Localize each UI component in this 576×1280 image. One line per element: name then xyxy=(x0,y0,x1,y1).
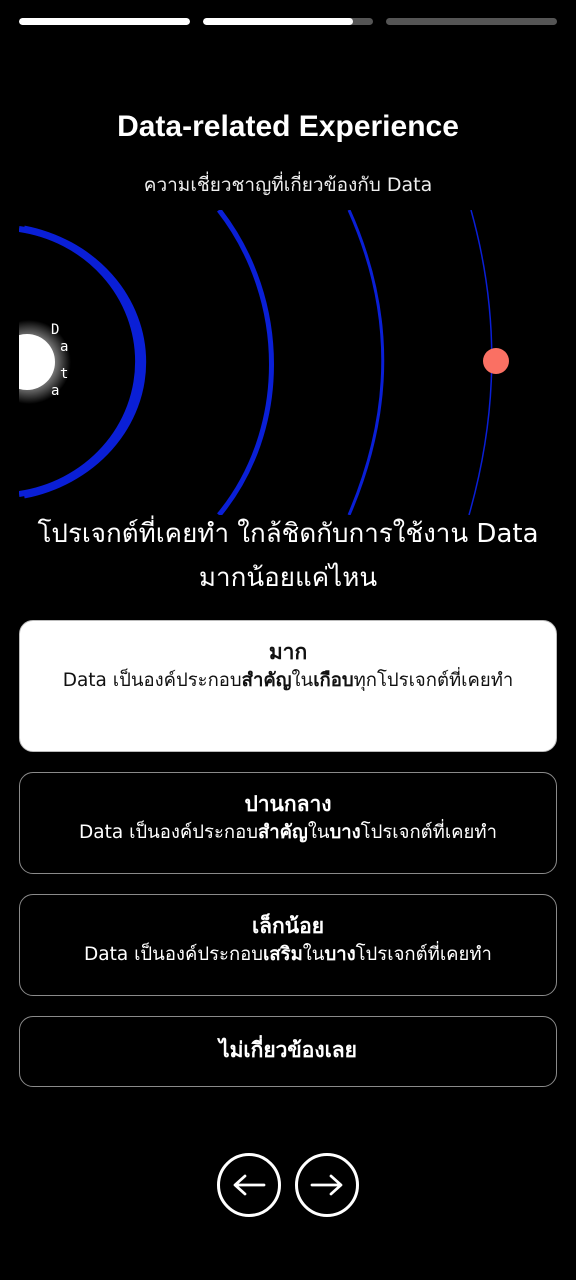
data-label-letter-2: a xyxy=(60,339,68,355)
option-title: ไม่เกี่ยวข้องเลย xyxy=(219,1038,357,1062)
progress-segment-1 xyxy=(19,18,190,25)
option-description: Data เป็นองค์ประกอบเสริมในบางโปรเจกต์ที่… xyxy=(84,944,492,965)
question-line-2: มากน้อยแค่ไหน xyxy=(198,563,378,593)
position-marker xyxy=(483,348,509,374)
option-description: Data เป็นองค์ประกอบสำคัญในบางโปรเจกต์ที่… xyxy=(79,822,497,843)
page-title: Data-related Experience xyxy=(117,110,459,143)
data-label-letter-3: t xyxy=(60,366,68,382)
option-description: Data เป็นองค์ประกอบสำคัญในเกือบทุกโปรเจก… xyxy=(62,670,514,691)
option-title: ปานกลาง xyxy=(244,792,332,816)
arrow-left-icon xyxy=(233,1174,266,1196)
answer-options: มาก Data เป็นองค์ประกอบสำคัญในเกือบทุกโป… xyxy=(19,620,557,1107)
option-mai-kiew[interactable]: ไม่เกี่ยวข้องเลย xyxy=(19,1016,557,1087)
progress-segment-3 xyxy=(386,18,558,25)
back-button[interactable] xyxy=(217,1153,281,1217)
question-line-1: โปรเจกต์ที่เคยทำ ใกล้ชิดกับการใช้งาน Dat… xyxy=(37,519,539,549)
orbit-ring-3 xyxy=(347,210,385,515)
data-label-letter-4: a xyxy=(51,383,59,399)
option-pan-klang[interactable]: ปานกลาง Data เป็นองค์ประกอบสำคัญในบางโปร… xyxy=(19,772,557,874)
arrow-right-icon xyxy=(310,1174,343,1196)
option-title: เล็กน้อย xyxy=(251,914,325,938)
navigation xyxy=(0,1153,576,1217)
data-orbit-visual: D a t a xyxy=(19,210,539,515)
next-button[interactable] xyxy=(295,1153,359,1217)
progress-segment-2 xyxy=(202,18,374,25)
option-lek-noi[interactable]: เล็กน้อย Data เป็นองค์ประกอบเสริมในบางโป… xyxy=(19,894,557,996)
page-subtitle: ความเชี่ยวชาญที่เกี่ยวข้องกับ Data xyxy=(143,174,433,196)
orbit-ring-2 xyxy=(217,210,274,515)
question-text: โปรเจกต์ที่เคยทำ ใกล้ชิดกับการใช้งาน Dat… xyxy=(20,512,556,600)
data-label-letter-1: D xyxy=(51,322,59,338)
option-mak[interactable]: มาก Data เป็นองค์ประกอบสำคัญในเกือบทุกโป… xyxy=(19,620,557,752)
option-title: มาก xyxy=(268,640,308,664)
progress-bar xyxy=(19,18,558,25)
